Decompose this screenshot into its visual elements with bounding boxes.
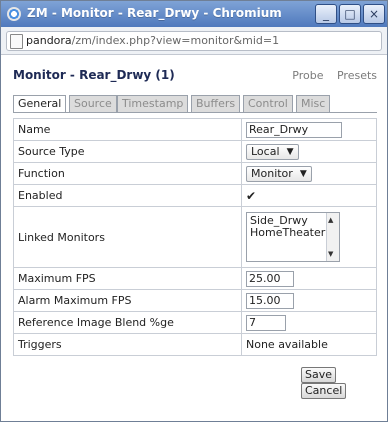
table-row: Alarm Maximum FPS 15.00 xyxy=(13,289,377,312)
triggers-label: Triggers xyxy=(13,333,242,356)
tab-timestamp[interactable]: Timestamp xyxy=(117,95,189,112)
source-type-value: Local xyxy=(251,144,280,158)
close-button[interactable]: × xyxy=(363,4,385,24)
table-row: Linked Monitors Side_Drwy HomeTheater ▲ … xyxy=(13,206,377,268)
monitor-properties-table: Name Rear_Drwy Source Type Local ▼ Funct… xyxy=(13,118,377,356)
table-row: Name Rear_Drwy xyxy=(13,118,377,141)
table-row: Reference Image Blend %ge 7 xyxy=(13,311,377,334)
alarm-max-fps-label: Alarm Maximum FPS xyxy=(13,289,242,312)
url-field[interactable]: pandora/zm/index.php?view=monitor&mid=1 xyxy=(6,31,382,51)
url-text: pandora/zm/index.php?view=monitor&mid=1 xyxy=(26,34,279,47)
name-label: Name xyxy=(13,118,242,141)
page-content: Monitor - Rear_Drwy (1) Probe Presets Ge… xyxy=(1,55,387,421)
enabled-checkbox[interactable]: ✔ xyxy=(246,189,256,203)
listbox-scrollbar[interactable]: ▲ ▼ xyxy=(326,213,339,261)
source-type-select[interactable]: Local ▼ xyxy=(246,143,299,160)
presets-link[interactable]: Presets xyxy=(337,69,377,82)
cancel-button[interactable]: Cancel xyxy=(301,383,347,399)
max-fps-input[interactable]: 25.00 xyxy=(246,270,294,287)
save-button[interactable]: Save xyxy=(301,367,337,383)
enabled-cell: ✔ xyxy=(241,184,377,207)
maximize-button[interactable]: □ xyxy=(339,4,361,24)
tab-source[interactable]: Source xyxy=(69,95,117,112)
name-cell: Rear_Drwy xyxy=(241,118,377,141)
ref-blend-cell: 7 xyxy=(241,311,377,334)
browser-window: ZM - Monitor - Rear_Drwy - Chromium _ □ … xyxy=(0,0,388,422)
page-icon xyxy=(10,34,23,49)
chevron-down-icon: ▼ xyxy=(286,146,294,157)
minimize-button[interactable]: _ xyxy=(315,4,337,24)
url-path: /zm/index.php?view=monitor&mid=1 xyxy=(71,34,280,47)
alarm-max-fps-input[interactable]: 15.00 xyxy=(246,292,294,309)
address-bar: pandora/zm/index.php?view=monitor&mid=1 xyxy=(1,27,387,55)
function-label: Function xyxy=(13,162,242,185)
form-buttons: Save Cancel xyxy=(301,367,387,399)
source-type-cell: Local ▼ xyxy=(241,140,377,163)
tab-divider xyxy=(13,112,377,113)
function-value: Monitor xyxy=(251,166,293,180)
ref-blend-input[interactable]: 7 xyxy=(246,314,286,331)
source-type-label: Source Type xyxy=(13,140,242,163)
function-select[interactable]: Monitor ▼ xyxy=(246,165,312,182)
url-host: pandora xyxy=(26,34,72,47)
scroll-down-icon[interactable]: ▼ xyxy=(328,248,333,260)
linked-monitors-cell: Side_Drwy HomeTheater ▲ ▼ xyxy=(241,206,377,268)
max-fps-cell: 25.00 xyxy=(241,267,377,290)
table-row: Triggers None available xyxy=(13,333,377,356)
tab-misc[interactable]: Misc xyxy=(296,95,331,112)
tab-buffers[interactable]: Buffers xyxy=(191,95,241,112)
triggers-value: None available xyxy=(241,333,377,356)
name-input[interactable]: Rear_Drwy xyxy=(246,121,342,138)
enabled-label: Enabled xyxy=(13,184,242,207)
max-fps-label: Maximum FPS xyxy=(13,267,242,290)
linked-monitors-label: Linked Monitors xyxy=(13,206,242,268)
title-bar: ZM - Monitor - Rear_Drwy - Chromium _ □ … xyxy=(1,1,387,27)
probe-link[interactable]: Probe xyxy=(292,69,323,82)
table-row: Function Monitor ▼ xyxy=(13,162,377,185)
linked-monitors-listbox[interactable]: Side_Drwy HomeTheater ▲ ▼ xyxy=(246,212,340,262)
table-row: Maximum FPS 25.00 xyxy=(13,267,377,290)
window-title: ZM - Monitor - Rear_Drwy - Chromium xyxy=(27,6,282,20)
page-title: Monitor - Rear_Drwy (1) xyxy=(13,68,175,82)
chevron-down-icon: ▼ xyxy=(299,168,307,179)
scroll-up-icon[interactable]: ▲ xyxy=(328,214,333,226)
tab-control[interactable]: Control xyxy=(243,95,293,112)
chromium-icon xyxy=(7,7,21,21)
table-row: Enabled ✔ xyxy=(13,184,377,207)
table-row: Source Type Local ▼ xyxy=(13,140,377,163)
function-cell: Monitor ▼ xyxy=(241,162,377,185)
tab-general[interactable]: General xyxy=(13,95,67,113)
alarm-max-fps-cell: 15.00 xyxy=(241,289,377,312)
ref-blend-label: Reference Image Blend %ge xyxy=(13,311,242,334)
header-links: Probe Presets xyxy=(282,69,377,82)
